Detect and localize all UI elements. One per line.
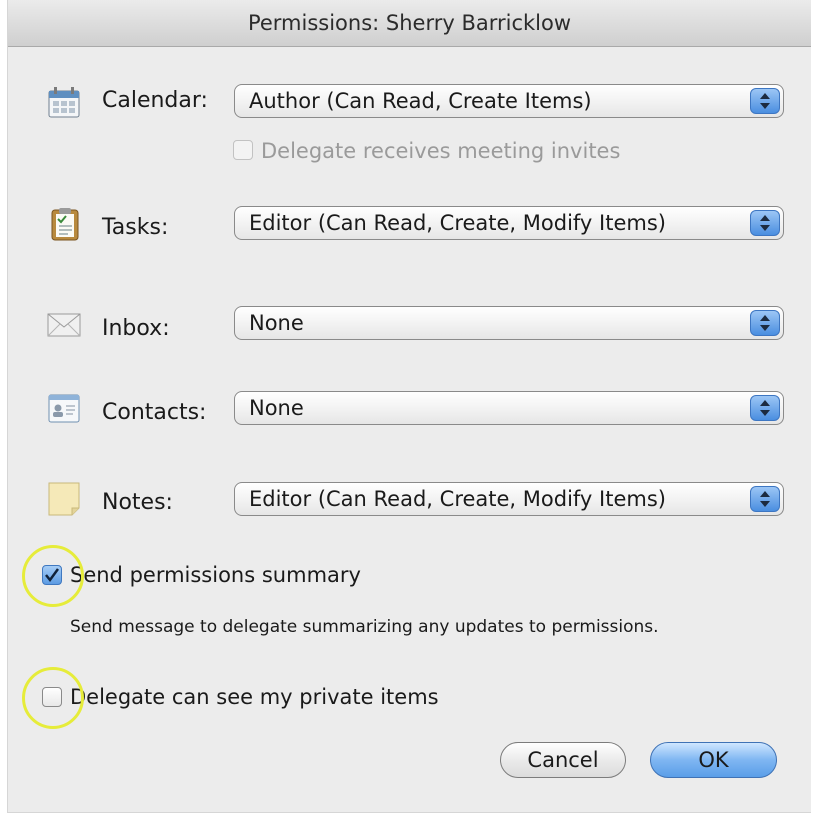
tasks-label: Tasks:	[102, 215, 169, 240]
delegate-invites-label: Delegate receives meeting invites	[261, 139, 621, 163]
tasks-permission-select[interactable]: Editor (Can Read, Create, Modify Items)	[234, 206, 784, 240]
background-window-edge	[811, 0, 827, 824]
permissions-dialog: Permissions: Sherry Barricklow Calendar:…	[8, 0, 811, 812]
notes-label: Notes:	[102, 490, 173, 515]
highlight-circle	[22, 545, 84, 607]
highlight-circle	[22, 667, 84, 729]
select-arrows-icon	[750, 210, 780, 236]
contacts-icon	[46, 390, 82, 426]
notes-permission-select[interactable]: Editor (Can Read, Create, Modify Items)	[234, 482, 784, 516]
select-arrows-icon	[750, 486, 780, 512]
notes-permission-value: Editor (Can Read, Create, Modify Items)	[249, 487, 666, 511]
calendar-permission-select[interactable]: Author (Can Read, Create Items)	[234, 84, 784, 118]
tasks-icon	[48, 206, 84, 242]
calendar-label: Calendar:	[102, 88, 208, 113]
contacts-label: Contacts:	[102, 400, 207, 425]
cancel-button[interactable]: Cancel	[500, 742, 626, 778]
calendar-permission-value: Author (Can Read, Create Items)	[249, 89, 592, 113]
dialog-title: Permissions: Sherry Barricklow	[8, 0, 811, 47]
ok-button[interactable]: OK	[650, 742, 777, 778]
private-items-label: Delegate can see my private items	[70, 685, 439, 709]
send-summary-label: Send permissions summary	[70, 563, 361, 587]
select-arrows-icon	[750, 88, 780, 114]
inbox-label: Inbox:	[102, 316, 170, 341]
notes-icon	[46, 480, 82, 516]
send-summary-help: Send message to delegate summarizing any…	[70, 617, 659, 637]
select-arrows-icon	[750, 395, 780, 421]
inbox-permission-value: None	[249, 311, 304, 335]
contacts-permission-value: None	[249, 396, 304, 420]
tasks-permission-value: Editor (Can Read, Create, Modify Items)	[249, 211, 666, 235]
delegate-invites-checkbox[interactable]	[233, 140, 253, 160]
contacts-permission-select[interactable]: None	[234, 391, 784, 425]
envelope-icon	[46, 306, 82, 342]
select-arrows-icon	[750, 310, 780, 336]
calendar-icon	[46, 84, 82, 120]
inbox-permission-select[interactable]: None	[234, 306, 784, 340]
